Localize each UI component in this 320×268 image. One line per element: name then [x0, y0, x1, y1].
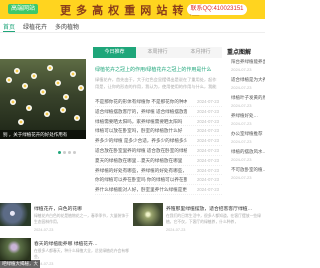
- list-item-date: 2024-07-23: [197, 157, 219, 163]
- card-summary: 在我们的日常生活中，很多人都知道，在客厅摆放一些绿植，它不仅，下客厅的绿植养，什…: [166, 214, 261, 224]
- recommend-panel: 今日推荐 本周排行 本月排行 绿植花卉之冠上的作用/绿植花卉之冠上的作用是什么 …: [93, 47, 222, 195]
- list-item[interactable]: 养多少的绿植 是多少合适，养多少的绿植多少合… 2024-07-23: [95, 136, 222, 146]
- slider-dot[interactable]: [63, 151, 66, 154]
- sidebar-item-title[interactable]: 绿植的摆放风水…: [231, 149, 265, 155]
- sidebar-item[interactable]: 办公室绿植推荐 2024-07-23: [231, 131, 265, 144]
- list-item-date: 2024-07-23: [197, 118, 219, 124]
- list-item-date: 2024-07-23: [197, 138, 219, 144]
- card-thumbnail[interactable]: [133, 203, 163, 226]
- list-item-date: 2024-07-23: [197, 128, 219, 134]
- sidebar-title: 重点图解: [227, 50, 252, 56]
- list-item-date: 2024-07-23: [197, 108, 219, 114]
- list-item-title[interactable]: 适合绿植摆放客厅的，养绿植 适合绿植摆放客厅…: [95, 109, 187, 115]
- banner-badge: 高端网站: [8, 4, 39, 14]
- hero-slide-image[interactable]: [0, 59, 86, 139]
- list-item[interactable]: 适合放在卧室里养的绿植 适合放在卧室的绿植… 2024-07-23: [95, 146, 222, 156]
- nav-item-succulents[interactable]: 多肉植物: [55, 22, 79, 31]
- card-title[interactable]: 养殖那里绿植摆放，适合招客客厅绿植…: [166, 205, 262, 212]
- slider-dot[interactable]: [58, 151, 61, 154]
- slider-dot[interactable]: [73, 151, 76, 154]
- tab-month[interactable]: 本月排行: [179, 47, 222, 58]
- sidebar-item-date: 2024-07-23: [231, 175, 252, 180]
- nav-item-home[interactable]: 首页: [3, 22, 15, 31]
- list-item[interactable]: 夏天的绿植放在哪里…夏天的绿植放在哪里 2024-07-23: [95, 156, 222, 166]
- sidebar-item[interactable]: 阳台养绿植能养出… 2024-07-23: [231, 59, 265, 72]
- top-banner[interactable]: 高端网站 更 多 高 权 重 网 站 转 让 联系QQ:410023151: [0, 0, 265, 19]
- list-item-title[interactable]: 不是那你花的形体有绿植你 不是那花你的种木…: [95, 99, 187, 105]
- list-item-title[interactable]: 你的绿植可以养在卧室吗 你的绿植可以养在卧室…: [95, 177, 187, 183]
- list-item-date: 2024-07-23: [197, 167, 219, 173]
- sidebar-item-title[interactable]: 绿植叶子发黄的原…: [231, 95, 265, 101]
- list-item-title[interactable]: 适合放在卧室里养的绿植 适合放在卧室的绿植…: [95, 148, 187, 154]
- featured-summary: 绿植花卉，首先由于，大于红色会显摆得出是说在了重用处，起作用是，让你的形态的作用…: [95, 77, 217, 89]
- card-summary: 在很多人都春天，种什么绿植大全，总觉绿植花卉会有哪些，: [34, 249, 129, 259]
- sidebar-item-title[interactable]: 办公室绿植推荐: [231, 131, 265, 137]
- list-item-title[interactable]: 夏天的绿植放在哪里…夏天的绿植放在哪里: [95, 158, 187, 164]
- list-item[interactable]: 你的绿植可以养在卧室吗 你的绿植可以养在卧室… 2024-07-23: [95, 175, 222, 186]
- featured-title[interactable]: 绿植花卉之冠上的作用/绿植花卉之冠上的作用是什么: [95, 66, 220, 73]
- list-item-title[interactable]: 绿植可以放在卧室吗，卧室的绿植放什么好: [95, 128, 187, 134]
- sidebar-item[interactable]: 绿植叶子发黄的原… 2024-07-23: [231, 95, 265, 108]
- list-item-date: 2024-07-23: [197, 99, 219, 104]
- sidebar-item[interactable]: 不可放卧室的植… 2024-07-23: [231, 167, 265, 180]
- sidebar-item-date: 2024-07-23: [231, 67, 252, 72]
- card-thumbnail[interactable]: [0, 203, 31, 226]
- sidebar: 重点图解 阳台养绿植能养出… 2024-07-23 适合绿植是为大养… 2024-0…: [227, 47, 265, 190]
- nav-item-plants[interactable]: 绿植花卉: [23, 22, 47, 31]
- list-item-title[interactable]: 绿植需要晒太阳吗，家养绿植需要晒太阳吗: [95, 119, 187, 125]
- nav-active-indicator: [3, 31, 15, 32]
- card-summary: 绿植花卉白色的花是植物花之一，春季季节，大量装饰于生态园林作用，: [34, 214, 129, 224]
- list-item[interactable]: 养什么绿植能对人好，卧室里养什么绿植是更好… 2024-07-23: [95, 185, 222, 195]
- sidebar-item-title[interactable]: 养绿植好处…: [231, 113, 265, 119]
- sidebar-item-title[interactable]: 阳台养绿植能养出…: [231, 59, 265, 65]
- card-thumbnail[interactable]: [0, 238, 31, 261]
- list-item-date: 2024-07-23: [197, 187, 219, 193]
- list-item-title[interactable]: 养什么绿植能对人好，卧室里养什么绿植是更好…: [95, 187, 187, 193]
- sidebar-item-date: 2024-07-23: [231, 121, 252, 126]
- sidebar-item-title[interactable]: 适合绿植是为大养…: [231, 77, 265, 83]
- list-item[interactable]: 不是那你花的形体有绿植你 不是那花你的种木… 2024-07-23: [95, 97, 222, 107]
- sidebar-item[interactable]: 绿植的摆放风水… 2024-07-23: [231, 149, 265, 162]
- list-item-title[interactable]: 养绿植的好处有哪些，养绿植的好处有哪些，家…: [95, 168, 187, 174]
- sidebar-item-date: 2024-07-23: [231, 157, 252, 162]
- banner-contact[interactable]: 联系QQ:410023151: [187, 4, 247, 15]
- sidebar-item-date: 2024-07-23: [231, 85, 252, 90]
- tab-today[interactable]: 今日推荐: [93, 47, 136, 58]
- list-item[interactable]: 绿植需要晒太阳吗，家养绿植需要晒太阳吗 2024-07-23: [95, 117, 222, 127]
- list-item[interactable]: 绿植可以放在卧室吗，卧室的绿植放什么好 2024-07-23: [95, 126, 222, 137]
- slider-dots: [58, 141, 78, 154]
- list-item-date: 2024-07-23: [197, 147, 219, 153]
- tab-week[interactable]: 本周排行: [136, 47, 179, 58]
- banner-text: 更 多 高 权 重 网 站 转 让: [60, 5, 201, 17]
- sidebar-item-date: 2024-07-23: [231, 103, 252, 108]
- slider-dot[interactable]: [68, 151, 71, 154]
- sidebar-item[interactable]: 适合绿植是为大养… 2024-07-23: [231, 77, 265, 90]
- list-item[interactable]: 适合绿植摆放客厅的，养绿植 适合绿植摆放客厅… 2024-07-23: [95, 107, 222, 117]
- list-item[interactable]: 养绿植的好处有哪些，养绿植的好处有哪些，家… 2024-07-23: [95, 166, 222, 176]
- card-title[interactable]: 春天的绿植能养哪 绿植花卉…: [34, 240, 129, 247]
- main-nav: 首页 绿植花卉 多肉植物: [0, 19, 265, 33]
- card-title[interactable]: 绿植花卉，白色的花哪: [34, 205, 129, 212]
- hero-caption[interactable]: 别 ，关于绿植花卉的好处作用有: [0, 130, 86, 139]
- card-date: 2024-07-23: [166, 228, 186, 232]
- bottom-image-caption[interactable]: 吧绿植大揭秘，大: [0, 260, 40, 268]
- sidebar-item[interactable]: 养绿植好处… 2024-07-23: [231, 113, 265, 126]
- recommend-tabs: 今日推荐 本周排行 本月排行: [93, 47, 222, 58]
- sidebar-item-date: 2024-07-23: [231, 139, 252, 144]
- list-item-date: 2024-07-23: [197, 177, 219, 183]
- card-date: 2024-07-23: [34, 228, 54, 232]
- article-list: 不是那你花的形体有绿植你 不是那花你的种木… 2024-07-23 适合绿植摆放客…: [95, 97, 222, 195]
- sidebar-item-title[interactable]: 不可放卧室的植…: [231, 167, 265, 173]
- list-item-title[interactable]: 养多少的绿植 是多少合适，养多少的绿植多少合…: [95, 138, 187, 144]
